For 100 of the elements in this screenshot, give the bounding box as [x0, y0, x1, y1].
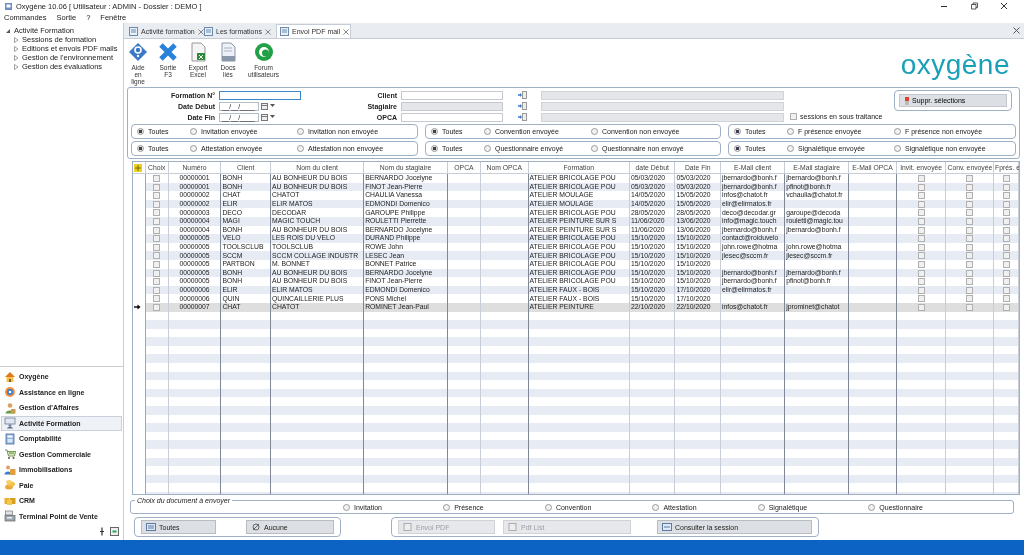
spreadsheet-icon: [188, 42, 208, 62]
checkbox[interactable]: [153, 175, 161, 182]
cross-icon: [158, 42, 178, 62]
checkbox[interactable]: [917, 303, 925, 311]
checkbox[interactable]: [966, 252, 974, 260]
checkbox[interactable]: [1002, 260, 1010, 268]
checkbox[interactable]: [1002, 295, 1010, 303]
calendar-icon[interactable]: [261, 102, 268, 110]
checkbox[interactable]: [1002, 269, 1010, 277]
restore-icon[interactable]: [970, 2, 978, 10]
checkbox[interactable]: [917, 260, 925, 268]
close-icon[interactable]: [1000, 2, 1008, 10]
lookup-icon[interactable]: [517, 91, 527, 99]
checkbox[interactable]: [153, 217, 161, 225]
checkbox[interactable]: [153, 226, 161, 234]
checkbox[interactable]: [1002, 243, 1010, 251]
checkbox[interactable]: [153, 209, 161, 217]
checkbox[interactable]: [966, 243, 974, 251]
checkbox[interactable]: [153, 235, 161, 243]
checkbox[interactable]: [917, 269, 925, 277]
calendar-icon[interactable]: [261, 113, 268, 121]
checkbox[interactable]: [917, 209, 925, 217]
checkbox[interactable]: [1002, 192, 1010, 200]
cash-register-icon: [4, 510, 16, 523]
caret-icon[interactable]: [270, 104, 275, 108]
caret-icon[interactable]: [270, 115, 275, 119]
checkbox[interactable]: [153, 183, 161, 191]
input-field[interactable]: [401, 112, 503, 122]
logo: oxygène: [900, 51, 1010, 79]
cart-icon: [4, 448, 16, 461]
checkbox[interactable]: [1002, 183, 1010, 191]
checkbox[interactable]: [917, 278, 925, 286]
checkbox[interactable]: [1002, 303, 1010, 311]
checkbox[interactable]: [917, 217, 925, 225]
input-field[interactable]: [401, 90, 503, 100]
checkbox[interactable]: [917, 286, 925, 294]
checkbox[interactable]: [966, 303, 974, 311]
checkbox[interactable]: [917, 235, 925, 243]
no-entry-icon: [251, 523, 261, 531]
checkbox[interactable]: [153, 192, 161, 200]
checkbox[interactable]: [966, 192, 974, 200]
checkbox[interactable]: [1002, 278, 1010, 286]
calculator-icon: [4, 432, 16, 445]
checkbox[interactable]: [917, 243, 925, 251]
arrow-icon: [134, 304, 141, 311]
checkbox[interactable]: [917, 200, 925, 208]
checkbox[interactable]: [966, 200, 974, 208]
checkbox[interactable]: [1002, 226, 1010, 234]
checkbox[interactable]: [153, 303, 161, 311]
input-field[interactable]: [219, 90, 301, 100]
checkbox[interactable]: [1002, 235, 1010, 243]
checkbox[interactable]: [966, 209, 974, 217]
checkbox[interactable]: [1002, 175, 1010, 182]
checkbox[interactable]: [966, 295, 974, 303]
checkbox[interactable]: [917, 295, 925, 303]
lookup-icon[interactable]: [517, 102, 527, 110]
checkbox[interactable]: [1002, 217, 1010, 225]
checkbox[interactable]: [1002, 252, 1010, 260]
checkbox[interactable]: [1002, 209, 1010, 217]
caret-icon[interactable]: [5, 27, 11, 34]
checkbox[interactable]: [966, 183, 974, 191]
diamond-icon: [128, 42, 148, 62]
person-icon: [4, 401, 16, 414]
checkbox[interactable]: [966, 235, 974, 243]
checkbox[interactable]: [153, 260, 161, 268]
globe-icon: [4, 386, 16, 399]
coins-icon: [4, 479, 16, 492]
lookup-icon[interactable]: [517, 113, 527, 121]
add-icon[interactable]: [134, 163, 142, 172]
checkbox[interactable]: [966, 286, 974, 294]
checkbox[interactable]: [1002, 200, 1010, 208]
checkbox[interactable]: [1002, 286, 1010, 294]
checkbox[interactable]: [153, 200, 161, 208]
checkbox[interactable]: [917, 183, 925, 191]
checkbox[interactable]: [153, 252, 161, 260]
board-icon: [4, 417, 16, 430]
form-icon: [129, 27, 138, 36]
checkbox[interactable]: [966, 269, 974, 277]
checkbox[interactable]: [153, 286, 161, 294]
house-icon: [4, 370, 16, 383]
checkbox[interactable]: [917, 252, 925, 260]
checkbox[interactable]: [966, 217, 974, 225]
checkbox[interactable]: [917, 192, 925, 200]
checkbox[interactable]: [966, 278, 974, 286]
checkbox[interactable]: [966, 226, 974, 234]
checkbox[interactable]: [153, 278, 161, 286]
checkbox[interactable]: [917, 175, 925, 182]
checkbox[interactable]: [153, 295, 161, 303]
chat-icon: [253, 42, 274, 62]
close-icon[interactable]: [1013, 27, 1020, 34]
pin-icon[interactable]: [99, 527, 105, 536]
checkbox[interactable]: [966, 260, 974, 268]
form-icon: [280, 27, 289, 36]
form-icon: [204, 27, 213, 36]
checkbox[interactable]: [153, 243, 161, 251]
panel-icon[interactable]: [110, 527, 119, 536]
people-icon: [4, 463, 16, 476]
checkbox[interactable]: [917, 226, 925, 234]
checkbox[interactable]: [966, 175, 974, 182]
checkbox[interactable]: [153, 269, 161, 277]
